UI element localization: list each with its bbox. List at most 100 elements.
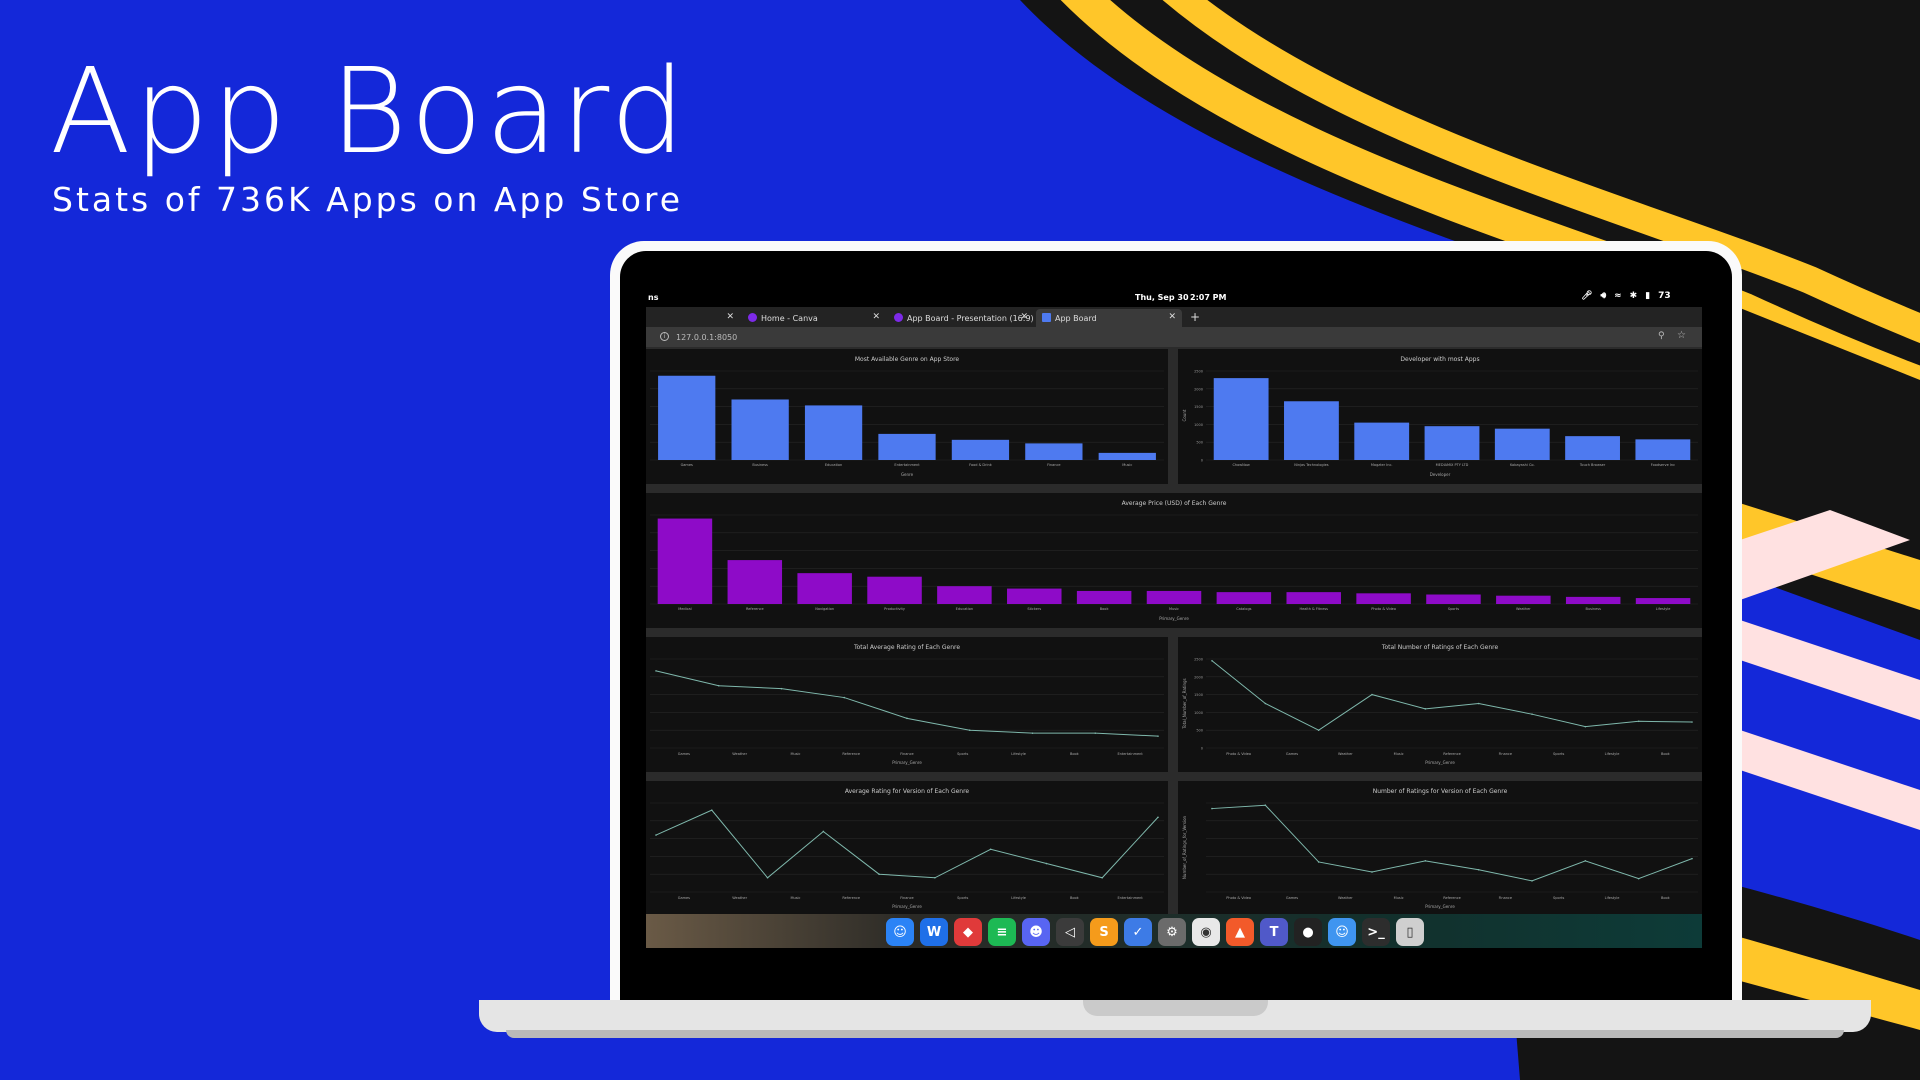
chart-point xyxy=(1101,876,1104,879)
chart-line-series xyxy=(1211,660,1693,731)
brave-icon[interactable]: ▲ xyxy=(1226,918,1254,946)
y-tick-label: 0 xyxy=(1201,747,1203,751)
x-axis-label: Primary_Genre xyxy=(1159,616,1189,621)
chart-point xyxy=(655,670,657,672)
chart-line-series xyxy=(1211,804,1693,882)
finder-icon[interactable]: ☺ xyxy=(886,918,914,946)
chart-point xyxy=(1317,729,1320,731)
terminal-icon[interactable]: >_ xyxy=(1362,918,1390,946)
teams-icon[interactable]: T xyxy=(1260,918,1288,946)
x-tick-label: Book xyxy=(1661,752,1671,756)
finder-folder-icon[interactable]: ☺ xyxy=(1328,918,1356,946)
chart-bar xyxy=(937,586,992,604)
chart-bar xyxy=(1098,452,1156,460)
sublime-icon[interactable]: S xyxy=(1090,918,1118,946)
x-tick-label: Stickers xyxy=(1027,607,1041,611)
x-tick-label: Education xyxy=(956,607,973,611)
chart-bar xyxy=(1286,592,1341,604)
x-tick-label: Catalogs xyxy=(1236,607,1251,611)
x-tick-label: Entertainment xyxy=(1117,752,1143,756)
x-tick-label: Weather xyxy=(1516,607,1531,611)
tab-label: App Board - Presentation (16:9) xyxy=(907,314,1034,323)
trash-icon[interactable]: ▯ xyxy=(1396,918,1424,946)
chart-point xyxy=(766,876,769,879)
y-tick-label: 500 xyxy=(1196,729,1203,733)
chart-point xyxy=(1691,721,1693,723)
dock: ☺ W ◆ ≡ ☻ ◁ S ✓ ⚙ ◉ ▲ T ● ☺ >_ ▯ xyxy=(646,914,1702,948)
close-icon[interactable]: ✕ xyxy=(1168,312,1176,322)
close-icon[interactable]: ✕ xyxy=(726,312,734,322)
chart-point xyxy=(1371,871,1373,873)
bluetooth-icon[interactable]: ✱ xyxy=(1630,291,1638,301)
chart-panel-genre-count: Most Available Genre on App Store Games Bu… xyxy=(646,349,1168,484)
microphone-icon[interactable]: 🎤︎ xyxy=(1581,291,1592,301)
discord-icon[interactable]: ☻ xyxy=(1022,918,1050,946)
x-tick-label: Touch Browser xyxy=(1579,463,1606,467)
y-axis-label: Number_of_Ratings_for_Version xyxy=(1182,815,1187,879)
chart-bar xyxy=(1426,594,1481,604)
dashboard-content: Most Available Genre on App Store Games Bu… xyxy=(646,347,1702,948)
x-tick-label: Health & Fitness xyxy=(1299,607,1328,611)
x-tick-label: Games xyxy=(1286,752,1298,756)
browser-tab-3[interactable]: App Board ✕ xyxy=(1036,309,1182,327)
chart-bar xyxy=(951,439,1010,460)
volume-icon[interactable]: 🔊︎ xyxy=(1600,291,1606,301)
clock-date[interactable]: Thu, Sep 30 xyxy=(1135,293,1189,302)
chart-point xyxy=(1211,807,1213,810)
chart-bar xyxy=(1216,592,1272,604)
system-tray: 🎤︎ 🔊︎ ≈ ✱ ▮ 73 xyxy=(1581,291,1671,301)
dock-bar: ☺ W ◆ ≡ ☻ ◁ S ✓ ⚙ ◉ ▲ T ● ☺ >_ ▯ xyxy=(886,917,1424,947)
x-tick-label: Music xyxy=(1394,752,1404,756)
ticktick-icon[interactable]: ✓ xyxy=(1124,918,1152,946)
y-axis-label: Count xyxy=(1182,409,1187,421)
x-tick-label: Games xyxy=(1286,896,1298,900)
info-icon[interactable]: i xyxy=(660,332,669,341)
browser-tab-0[interactable]: ✕ xyxy=(646,309,740,327)
chart-point xyxy=(968,729,971,731)
x-tick-label: Lifestyle xyxy=(1605,752,1620,756)
chart-bar xyxy=(1494,428,1550,460)
dashboard-icon xyxy=(1042,313,1051,322)
url-text[interactable]: 127.0.0.1:8050 xyxy=(676,333,737,342)
x-tick-label: Weather xyxy=(1338,896,1353,900)
battery-icon[interactable]: ▮ xyxy=(1645,291,1650,301)
chart-bar xyxy=(1284,401,1339,460)
x-tick-label: Weather xyxy=(1338,752,1353,756)
chart-bar xyxy=(1565,596,1621,604)
tab-label: Home - Canva xyxy=(761,314,818,323)
chart-point xyxy=(717,684,720,687)
browser-tab-1[interactable]: Home - Canva ✕ xyxy=(742,309,886,327)
chrome-icon[interactable]: ◉ xyxy=(1192,918,1220,946)
spotify-icon[interactable]: ≡ xyxy=(988,918,1016,946)
github-icon[interactable]: ● xyxy=(1294,918,1322,946)
settings-icon[interactable]: ⚙ xyxy=(1158,918,1186,946)
browser-tab-2[interactable]: App Board - Presentation (16:9) ✕ xyxy=(888,309,1034,327)
x-tick-label: Book xyxy=(1070,752,1080,756)
wps-icon[interactable]: W xyxy=(920,918,948,946)
y-axis-label: Total_Number_of_Ratings xyxy=(1182,678,1187,729)
tab-label: App Board xyxy=(1055,314,1097,323)
system-top-bar: ns Thu, Sep 30 2:07 PM 🎤︎ 🔊︎ ≈ ✱ ▮ 73 xyxy=(646,288,1702,307)
chart-point xyxy=(1424,708,1427,710)
search-icon[interactable]: ⚲ xyxy=(1658,331,1665,341)
x-tick-label: Photo & Video xyxy=(1226,896,1251,900)
x-tick-label: Music xyxy=(790,752,800,756)
activities-label[interactable]: ns xyxy=(648,293,658,302)
vscode-icon[interactable]: ◁ xyxy=(1056,918,1084,946)
new-tab-button[interactable]: + xyxy=(1190,310,1200,324)
x-tick-label: Music xyxy=(1394,896,1404,900)
x-axis-label: Genre xyxy=(901,472,914,477)
close-icon[interactable]: ✕ xyxy=(872,312,880,322)
wifi-icon[interactable]: ≈ xyxy=(1614,291,1622,301)
x-tick-label: Reference xyxy=(1443,896,1461,900)
address-bar[interactable]: i 127.0.0.1:8050 ⚲ ☆ xyxy=(646,327,1702,347)
bookmark-star-icon[interactable]: ☆ xyxy=(1677,330,1686,341)
chart-bar xyxy=(731,399,789,460)
chart-point xyxy=(1691,857,1693,860)
y-tick-label: 1500 xyxy=(1194,405,1203,409)
chart-point xyxy=(934,876,936,879)
clock-time[interactable]: 2:07 PM xyxy=(1190,293,1227,302)
anydesk-icon[interactable]: ◆ xyxy=(954,918,982,946)
chart-panel-avg-price: Average Price (USD) of Each Genre Medical… xyxy=(646,493,1702,628)
close-icon[interactable]: ✕ xyxy=(1020,312,1028,322)
